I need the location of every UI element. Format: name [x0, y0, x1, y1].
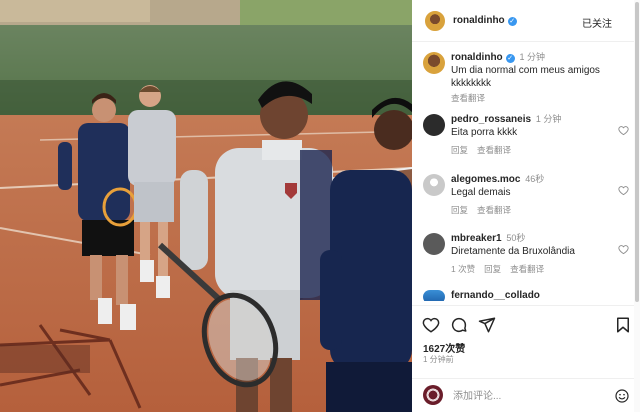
commenter-avatar[interactable]	[423, 114, 445, 136]
comment-icon[interactable]	[450, 316, 468, 334]
reply-link[interactable]: 回复	[451, 205, 468, 215]
comment-time: 1 分钟	[535, 114, 562, 124]
author-avatar[interactable]	[425, 10, 445, 31]
paper-plane-icon[interactable]	[478, 316, 496, 334]
verified-badge-icon: ✓	[505, 54, 515, 63]
reply-link[interactable]: 回复	[484, 264, 501, 274]
reply-link[interactable]: 回复	[451, 145, 468, 155]
commenter-avatar[interactable]	[423, 233, 445, 255]
translate-link[interactable]: 查看翻译	[477, 145, 511, 155]
comment-username[interactable]: mbreaker1	[451, 233, 502, 244]
caption: ronaldinho ✓ 1 分钟 Um dia normal com meus …	[423, 51, 631, 105]
like-count[interactable]: 1627次赞	[423, 340, 465, 355]
verified-badge-icon: ✓	[507, 17, 517, 26]
tennis-court-photo	[0, 0, 412, 412]
comment-input[interactable]	[453, 388, 593, 404]
post-header: ronaldinho ✓ 已关注	[412, 0, 640, 42]
comment-item: pedro_rossaneis 1 分钟 Eita porra kkkk 回复查…	[423, 113, 631, 157]
translate-link[interactable]: 查看翻译	[510, 264, 544, 274]
caption-translate-link[interactable]: 查看翻译	[451, 93, 485, 103]
commenter-avatar[interactable]	[423, 290, 445, 301]
like-comment-heart-icon[interactable]	[618, 185, 629, 196]
comment-text: Diretamente da Bruxolândia	[451, 246, 575, 257]
emoji-icon[interactable]	[614, 388, 630, 404]
bookmark-icon[interactable]	[614, 316, 632, 334]
comment-text: Eita porra kkkk	[451, 127, 518, 138]
caption-username[interactable]: ronaldinho	[451, 52, 503, 63]
commenter-avatar[interactable]	[423, 174, 445, 196]
current-user-avatar	[423, 385, 443, 405]
author-username[interactable]: ronaldinho ✓	[453, 15, 517, 26]
add-comment-bar	[412, 378, 634, 412]
heart-icon[interactable]	[422, 316, 440, 334]
comment-item: mbreaker1 50秒 Diretamente da Bruxolândia…	[423, 232, 631, 276]
comment-username[interactable]: fernando__collado	[451, 290, 540, 301]
comment-like-count[interactable]: 1 次赞	[451, 264, 475, 274]
post-detail-panel: ronaldinho ✓ 已关注 ronaldinho ✓ 1 分钟 Um dia …	[412, 0, 640, 412]
comment-text: Legal demais	[451, 187, 511, 198]
translate-link[interactable]: 查看翻译	[477, 205, 511, 215]
post-actions: 1627次赞 1 分钟前	[412, 305, 634, 411]
comment-time: 50秒	[506, 233, 526, 243]
comment-time: 46秒	[525, 174, 545, 184]
comment-username[interactable]: pedro_rossaneis	[451, 114, 531, 125]
comments-scrollbar[interactable]	[634, 0, 640, 412]
post-time: 1 分钟前	[423, 355, 454, 364]
comment-username[interactable]: alegomes.moc	[451, 174, 520, 185]
author-avatar[interactable]	[423, 52, 445, 74]
post-photo[interactable]	[0, 0, 412, 412]
comment-item: fernando__collado	[423, 289, 631, 301]
comments-list: ronaldinho ✓ 1 分钟 Um dia normal com meus …	[412, 43, 634, 301]
like-comment-heart-icon[interactable]	[618, 125, 629, 136]
follow-button[interactable]: 已关注	[582, 15, 612, 30]
like-comment-heart-icon[interactable]	[618, 244, 629, 255]
caption-time: 1 分钟	[519, 52, 545, 62]
caption-text: Um dia normal com meus amigos kkkkkkkk	[451, 65, 600, 89]
comment-item: alegomes.moc 46秒 Legal demais 回复 查看翻译	[423, 173, 631, 217]
scrollbar-thumb[interactable]	[635, 2, 639, 302]
